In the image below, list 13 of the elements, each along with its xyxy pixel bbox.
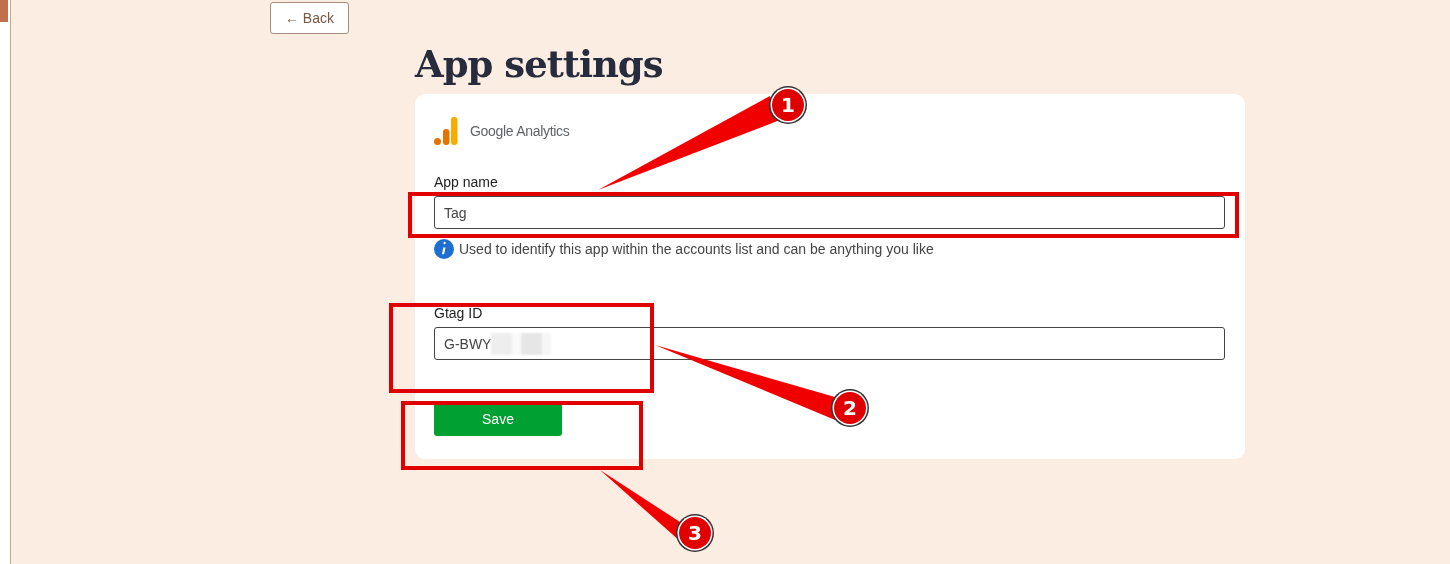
field-label: Gtag ID: [434, 305, 484, 321]
bar-chart-icon: [434, 117, 458, 145]
callout-number: 2: [843, 396, 857, 420]
back-button[interactable]: ← Back: [270, 2, 349, 34]
help-text: Used to identify this app within the accounts list and can be anything you like: [459, 241, 934, 257]
input-field[interactable]: G-BWY: [434, 327, 1225, 360]
page-title: App settings: [415, 42, 664, 86]
info-icon: [434, 239, 454, 259]
input-field[interactable]: Tag: [434, 196, 1225, 229]
brand-name: Google Analytics: [470, 123, 570, 139]
callout-number: 1: [781, 93, 795, 117]
field-label: App name: [434, 174, 499, 190]
callout-number: 3: [688, 521, 702, 545]
